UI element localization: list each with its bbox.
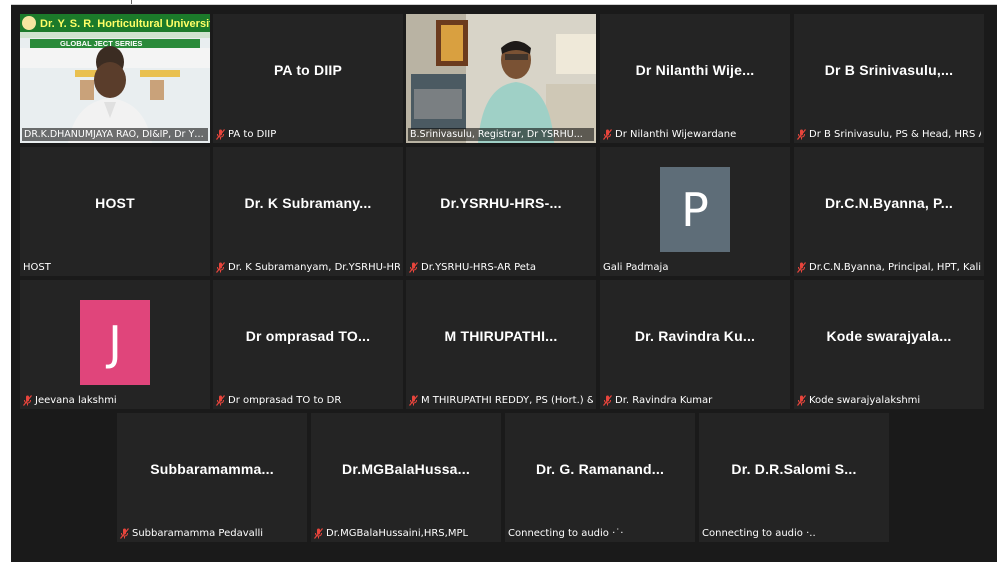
participant-tile[interactable]: Dr. Ravindra Ku... Dr. Ravindra Kumar [600,280,790,409]
muted-mic-icon [216,129,225,140]
participant-name: Jeevana lakshmi [35,395,117,406]
participant-tile[interactable]: B.Srinivasulu, Registrar, Dr YSRHU... [406,14,596,143]
participant-display-name: Dr.MGBalaHussa... [342,460,470,477]
participant-video [406,14,596,143]
participant-display-name: Dr. Ravindra Ku... [634,327,756,344]
participant-tile[interactable]: Dr Nilanthi Wije... Dr Nilanthi Wijewarda… [600,14,790,143]
participant-tile[interactable]: Dr.MGBalaHussa... Dr.MGBalaHussaini,HRS,M… [311,413,501,542]
participant-name: PA to DIIP [228,129,277,140]
muted-mic-icon [797,262,806,273]
participant-name: Dr.YSRHU-HRS-AR Peta [421,262,536,273]
participant-name-label: HOST [23,262,207,273]
avatar-letter: J [108,315,122,370]
participant-name: Subbaramamma Pedavalli [132,528,264,539]
muted-mic-icon [216,262,225,273]
participant-display-name: M THIRUPATHI... [444,327,558,344]
participant-display-name: Dr. G. Ramanand... [535,460,665,477]
participant-video: Dr. Y. S. R. Horticultural University GLO… [20,14,210,143]
participant-display-name: Dr B Srinivasulu,... [824,61,954,78]
participant-name-label: Connecting to audio ·˙· [508,528,692,539]
participant-avatar: P [660,167,730,252]
participant-name: Gali Padmaja [603,262,669,273]
participant-name-label: Dr.C.N.Byanna, Principal, HPT, Kalikiri [797,262,981,273]
participant-tile[interactable]: Dr. G. Ramanand... Connecting to audio ·˙… [505,413,695,542]
avatar-letter: P [681,182,709,237]
participant-name: Connecting to audio ·.. [702,528,816,539]
participant-name: Kode swarajyalakshmi [809,395,921,406]
banner-series: GLOBAL JECT SERIES [60,39,142,48]
muted-mic-icon [797,129,806,140]
participant-tile[interactable]: HOST HOST [20,147,210,276]
participant-name-label: Connecting to audio ·.. [702,528,886,539]
muted-mic-icon [23,395,32,406]
muted-mic-icon [120,528,129,539]
participant-display-name: Subbaramamma... [150,460,274,477]
participant-name: Dr.MGBalaHussaini,HRS,MPL [326,528,469,539]
participant-display-name: Kode swarajyala... [826,327,952,344]
participant-name: M THIRUPATHI REDDY, PS (Hort.) & H... [421,395,593,406]
participant-tile[interactable]: Dr omprasad TO... Dr omprasad TO to DR [213,280,403,409]
participant-name-label: Dr. K Subramanyam, Dr.YSRHU-HRS, ... [216,262,400,273]
participant-name-label: Jeevana lakshmi [23,395,207,406]
participant-name-label: Dr.MGBalaHussaini,HRS,MPL [314,528,498,539]
participant-name-label: Dr. Ravindra Kumar [603,395,787,406]
muted-mic-icon [314,528,323,539]
participant-display-name: Dr.YSRHU-HRS-... [440,194,562,211]
participant-display-name: HOST [95,194,135,211]
participant-name: HOST [23,262,51,273]
participant-name-label: Dr omprasad TO to DR [216,395,400,406]
participant-tile[interactable]: Dr.C.N.Byanna, P... Dr.C.N.Byanna, Princi… [794,147,984,276]
participant-tile[interactable]: Dr.YSRHU-HRS-... Dr.YSRHU-HRS-AR Peta [406,147,596,276]
participant-name: Dr.C.N.Byanna, Principal, HPT, Kalikiri [809,262,981,273]
participant-name: Dr Nilanthi Wijewardane [615,129,737,140]
participant-name-label: Gali Padmaja [603,262,787,273]
muted-mic-icon [409,395,418,406]
participant-tile[interactable]: Dr. Y. S. R. Horticultural University GLO… [20,14,210,143]
muted-mic-icon [409,262,418,273]
participant-name-label: M THIRUPATHI REDDY, PS (Hort.) & H... [409,395,593,406]
participant-display-name: Dr omprasad TO... [245,327,371,344]
muted-mic-icon [603,395,612,406]
participant-name-label: Dr.YSRHU-HRS-AR Peta [409,262,593,273]
participant-avatar: J [80,300,150,385]
participant-tile[interactable]: P Gali Padmaja [600,147,790,276]
muted-mic-icon [603,129,612,140]
participant-tile[interactable]: Subbaramamma... Subbaramamma Pedavalli [117,413,307,542]
banner-university: Dr. Y. S. R. Horticultural University [40,18,210,30]
participant-tile[interactable]: J Jeevana lakshmi [20,280,210,409]
participant-display-name: Dr. D.R.Salomi S... [731,460,857,477]
participant-name: Dr omprasad TO to DR [228,395,342,406]
participant-name: DR.K.DHANUMJAYA RAO, DI&IP, Dr YSR... [22,128,208,141]
participant-name: Dr B Srinivasulu, PS & Head, HRS Amb... [809,129,981,140]
participant-display-name: Dr Nilanthi Wije... [635,61,755,78]
participant-tile[interactable]: Dr. D.R.Salomi S... Connecting to audio ·… [699,413,889,542]
participant-tile[interactable]: Kode swarajyala... Kode swarajyalakshmi [794,280,984,409]
participant-name-label: Kode swarajyalakshmi [797,395,981,406]
participant-name: Dr. K Subramanyam, Dr.YSRHU-HRS, ... [228,262,400,273]
participant-name: Dr. Ravindra Kumar [615,395,713,406]
participant-name-label: Dr B Srinivasulu, PS & Head, HRS Amb... [797,129,981,140]
muted-mic-icon [797,395,806,406]
participant-display-name: Dr. K Subramany... [244,194,372,211]
participant-name-label: Dr Nilanthi Wijewardane [603,129,787,140]
participant-tile[interactable]: Dr. K Subramany... Dr. K Subramanyam, Dr.… [213,147,403,276]
participant-name-label: PA to DIIP [216,129,400,140]
participant-tile[interactable]: PA to DIIP PA to DIIP [213,14,403,143]
participant-name-label: Subbaramamma Pedavalli [120,528,304,539]
participant-tile[interactable]: M THIRUPATHI... M THIRUPATHI REDDY, PS (H… [406,280,596,409]
participant-name: Connecting to audio ·˙· [508,528,624,539]
participant-tile[interactable]: Dr B Srinivasulu,... Dr B Srinivasulu, PS… [794,14,984,143]
participant-display-name: Dr.C.N.Byanna, P... [824,194,954,211]
participant-name: B.Srinivasulu, Registrar, Dr YSRHU... [408,128,594,141]
participant-display-name: PA to DIIP [273,61,343,78]
muted-mic-icon [216,395,225,406]
